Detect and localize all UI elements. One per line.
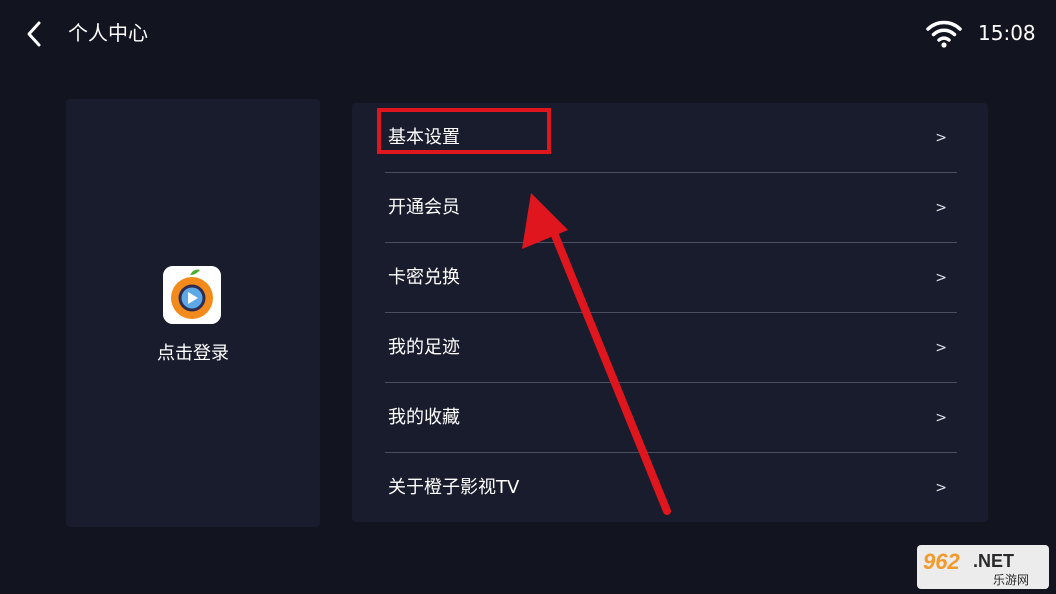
- app-logo-avatar[interactable]: [163, 266, 221, 324]
- chevron-right-icon: >: [935, 200, 947, 216]
- page-title: 个人中心: [68, 21, 148, 45]
- highlight-box: [377, 108, 551, 154]
- status-time: 15:08: [978, 21, 1036, 45]
- watermark-logo: 962 .NET 乐游网: [917, 545, 1049, 589]
- watermark-brand: 962: [923, 549, 960, 574]
- orange-play-logo-icon: [163, 266, 221, 324]
- menu-item-label: 我的足迹: [388, 337, 460, 358]
- menu-item-favorites[interactable]: 我的收藏 >: [385, 383, 957, 453]
- chevron-right-icon: >: [935, 410, 947, 426]
- chevron-right-icon: >: [935, 130, 947, 146]
- menu-item-label: 开通会员: [388, 197, 460, 218]
- chevron-left-icon: [27, 21, 41, 47]
- menu-item-membership[interactable]: 开通会员 >: [385, 173, 957, 243]
- wifi-icon: [926, 20, 962, 48]
- settings-menu: 基本设置 > 开通会员 > 卡密兑换 > 我的足迹 > 我的收藏 > 关于橙子影…: [352, 103, 988, 522]
- login-button[interactable]: 点击登录: [66, 342, 320, 366]
- menu-item-card-redeem[interactable]: 卡密兑换 >: [385, 243, 957, 313]
- back-button[interactable]: [18, 18, 50, 50]
- profile-card[interactable]: 点击登录: [66, 99, 320, 527]
- menu-item-label: 卡密兑换: [388, 267, 460, 288]
- menu-item-label: 关于橙子影视TV: [388, 477, 520, 498]
- menu-item-history[interactable]: 我的足迹 >: [385, 313, 957, 383]
- watermark-suffix: .NET: [973, 551, 1014, 571]
- menu-item-about[interactable]: 关于橙子影视TV >: [385, 453, 957, 523]
- watermark-subtitle: 乐游网: [993, 573, 1029, 587]
- chevron-right-icon: >: [935, 270, 947, 286]
- top-bar: 个人中心 15:08: [0, 0, 1056, 68]
- chevron-right-icon: >: [935, 340, 947, 356]
- chevron-right-icon: >: [935, 480, 947, 496]
- menu-item-label: 我的收藏: [388, 407, 460, 428]
